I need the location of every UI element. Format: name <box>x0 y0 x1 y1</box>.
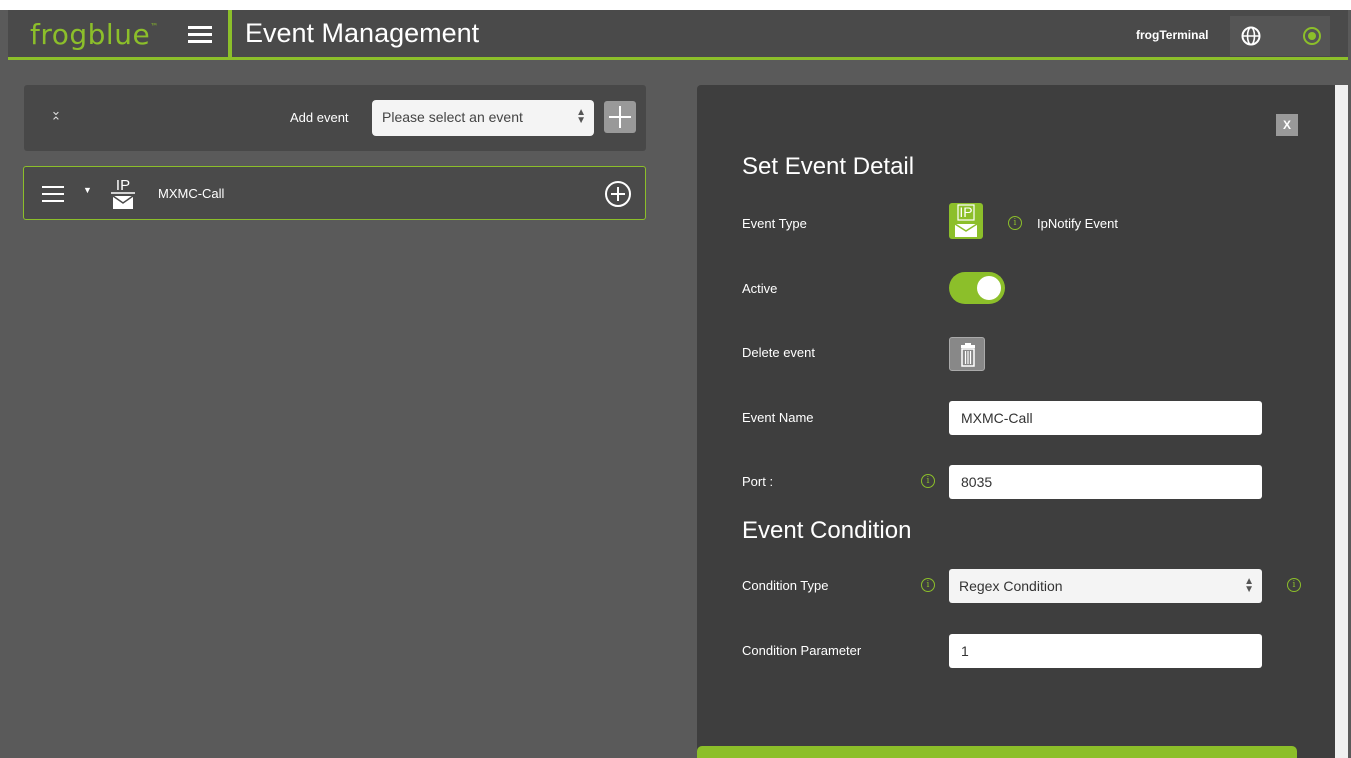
event-condition-heading: Event Condition <box>742 517 912 544</box>
set-event-detail-heading: Set Event Detail <box>742 153 915 180</box>
save-bar[interactable] <box>697 746 1297 758</box>
event-type-select-value: Please select an event <box>382 109 523 125</box>
collapse-all-icon[interactable]: ⌄ ⌃ <box>48 104 64 131</box>
event-type-value: IpNotify Event <box>1037 216 1118 231</box>
event-name-input[interactable]: MXMC-Call <box>949 401 1262 435</box>
event-detail-panel: X Set Event Detail Event Type IP i IpNot… <box>697 85 1335 758</box>
event-name-label: MXMC-Call <box>158 186 225 201</box>
frogblue-logo[interactable]: frogblue™ <box>30 18 159 51</box>
condition-parameter-input[interactable]: 1 <box>949 634 1262 668</box>
port-input[interactable]: 8035 <box>949 465 1262 499</box>
connection-status-icon[interactable] <box>1303 27 1321 45</box>
header-divider <box>228 10 232 60</box>
toggle-knob <box>977 276 1001 300</box>
panel-scrollbar[interactable] <box>1335 85 1348 758</box>
condition-type-select-value: Regex Condition <box>959 578 1063 594</box>
condition-select-info-icon[interactable]: i <box>1287 578 1301 592</box>
select-arrows-icon: ▲ ▼ <box>576 107 586 126</box>
condition-parameter-label: Condition Parameter <box>742 643 862 658</box>
add-child-icon[interactable] <box>605 181 631 207</box>
port-label: Port : <box>742 474 774 489</box>
condition-type-info-icon[interactable]: i <box>921 578 935 592</box>
condition-type-select[interactable]: Regex Condition ▲ ▼ <box>949 569 1262 603</box>
active-label: Active <box>742 281 778 296</box>
active-toggle[interactable] <box>949 272 1005 304</box>
add-event-button[interactable] <box>604 101 636 133</box>
window-top-strip <box>0 0 1351 10</box>
ip-notify-icon: IP <box>111 177 135 209</box>
ip-notify-type-icon-text: IP <box>959 204 972 220</box>
delete-event-button[interactable] <box>949 337 985 371</box>
expand-caret-icon[interactable]: ▼ <box>83 185 92 195</box>
ip-notify-type-icon: IP <box>949 203 983 239</box>
select-arrows-icon: ▲ ▼ <box>1244 576 1254 595</box>
main-menu-button[interactable] <box>188 26 212 46</box>
header-actions <box>1230 16 1330 56</box>
event-type-info-icon[interactable]: i <box>1008 216 1022 230</box>
event-toolbar: ⌄ ⌃ Add event Please select an event ▲ ▼ <box>24 85 646 151</box>
ip-notify-icon-text: IP <box>116 177 130 194</box>
event-name-field-label: Event Name <box>742 410 814 425</box>
close-button[interactable]: X <box>1276 114 1298 136</box>
trash-icon <box>961 343 975 367</box>
globe-icon[interactable] <box>1240 25 1262 47</box>
drag-handle-icon[interactable] <box>42 186 64 202</box>
event-list-item[interactable]: ▼ IP MXMC-Call <box>23 166 646 220</box>
event-type-select[interactable]: Please select an event ▲ ▼ <box>372 100 594 136</box>
condition-type-label: Condition Type <box>742 578 829 593</box>
terminal-name: frogTerminal <box>1136 28 1209 42</box>
page-title: Event Management <box>245 18 480 48</box>
event-type-label: Event Type <box>742 216 807 231</box>
port-info-icon[interactable]: i <box>921 474 935 488</box>
delete-event-label: Delete event <box>742 345 815 360</box>
add-event-label: Add event <box>290 110 349 125</box>
app-header: frogblue™ Event Management frogTerminal <box>8 10 1348 60</box>
